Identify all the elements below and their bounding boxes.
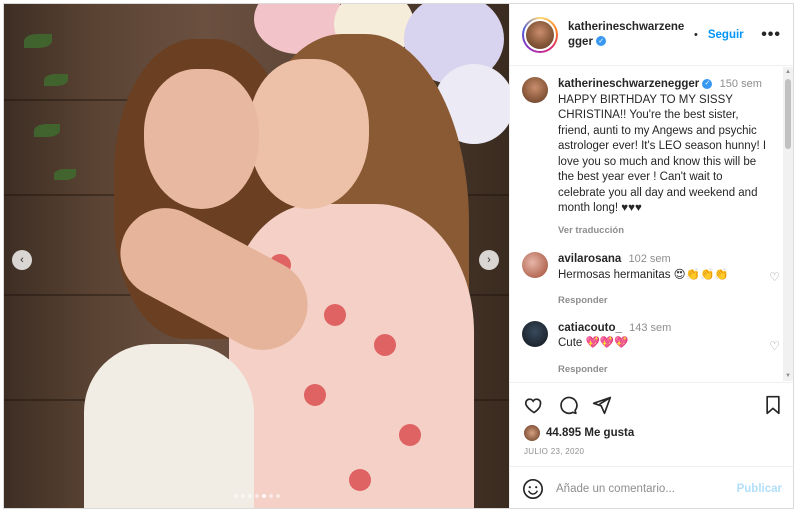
dress-flower (374, 334, 396, 356)
comment-text: Cute 💖💖💖 (558, 337, 629, 349)
add-comment-bar: Publicar (510, 466, 793, 508)
person-left-face (144, 69, 259, 209)
comment-username[interactable]: catiacouto_ (558, 322, 622, 334)
scroll-down-icon[interactable]: ▼ (785, 373, 791, 379)
scrollbar-thumb[interactable] (785, 79, 791, 149)
reply-button[interactable]: Responder (558, 362, 759, 378)
comment-icon[interactable] (558, 395, 578, 415)
comments-list[interactable]: katherineschwarzenegger ✓ 150 sem HAPPY … (510, 67, 793, 381)
follow-button[interactable]: Seguir (708, 29, 744, 41)
like-comment-icon[interactable]: ♡ (769, 270, 780, 284)
dress-flower (399, 424, 421, 446)
carousel-dot (254, 494, 259, 498)
scroll-up-icon[interactable]: ▲ (785, 69, 791, 75)
comment-time: 143 sem (629, 321, 672, 334)
more-options-icon[interactable]: ••• (761, 26, 781, 44)
comment-username[interactable]: avilarosana (558, 253, 621, 265)
instagram-post-modal: ‹ › katherineschwarzenegger ✓ • Seguir •… (3, 3, 794, 509)
caption-time: 150 sem (719, 78, 762, 90)
author-username[interactable]: katherineschwarzenegger ✓ (568, 20, 688, 50)
translate-link[interactable]: Ver traducción (558, 223, 770, 239)
carousel-dot (247, 494, 252, 498)
verified-badge-icon: ✓ (596, 36, 607, 47)
caption-avatar[interactable] (522, 77, 548, 103)
carousel-prev-button[interactable]: ‹ (12, 250, 32, 270)
carousel-dot (233, 494, 238, 498)
foliage (44, 74, 68, 86)
post-sidebar: katherineschwarzenegger ✓ • Seguir ••• k… (509, 4, 793, 508)
foliage (24, 34, 52, 48)
carousel-dot (275, 494, 280, 498)
carousel-dot (261, 494, 266, 498)
share-icon[interactable] (592, 395, 612, 415)
carousel-indicator (4, 494, 509, 498)
caption-text: HAPPY BIRTHDAY TO MY SISSY CHRISTINA!! Y… (558, 93, 767, 215)
white-dress (84, 344, 254, 508)
post-header: katherineschwarzenegger ✓ • Seguir ••• (510, 4, 793, 66)
foliage (34, 124, 60, 137)
carousel-next-button[interactable]: › (479, 250, 499, 270)
caption-username[interactable]: katherineschwarzenegger (558, 78, 699, 90)
likes-count[interactable]: 44.895 Me gusta (524, 425, 782, 441)
comments-scrollbar[interactable]: ▲ ▼ (783, 67, 793, 381)
verified-badge-icon: ✓ (702, 78, 713, 89)
publish-button[interactable]: Publicar (737, 483, 782, 495)
dress-flower (349, 469, 371, 491)
post-photo[interactable]: ‹ › (4, 4, 509, 508)
author-avatar[interactable] (522, 16, 558, 53)
emoji-icon[interactable] (522, 478, 544, 500)
comment-time: 102 sem (628, 253, 671, 265)
comment-text: Hermosas hermanitas 😍👏👏👏 (558, 268, 729, 281)
floral-dress (229, 204, 474, 508)
post-actions: 44.895 Me gusta JULIO 23, 2020 (510, 382, 793, 466)
comment-item: catiacouto_ 143 sem Cute 💖💖💖 Responder ♡ (522, 320, 780, 378)
comment-item: avilarosana 102 sem Hermosas hermanitas … (522, 252, 780, 309)
save-bookmark-icon[interactable] (764, 395, 782, 415)
dress-flower (324, 304, 346, 326)
liker-avatar (524, 425, 540, 441)
person-right-face (249, 59, 369, 209)
carousel-dot (240, 494, 245, 498)
reply-button[interactable]: Responder (558, 293, 759, 309)
foliage (54, 169, 76, 180)
separator-dot: • (694, 28, 698, 41)
commenter-avatar[interactable] (522, 320, 548, 347)
commenter-avatar[interactable] (522, 252, 548, 278)
caption: katherineschwarzenegger ✓ 150 sem HAPPY … (522, 77, 780, 238)
like-heart-icon[interactable] (524, 395, 544, 415)
comment-input[interactable] (556, 482, 737, 495)
carousel-dot (268, 494, 273, 498)
dress-flower (304, 384, 326, 406)
post-date: JULIO 23, 2020 (524, 447, 585, 456)
like-comment-icon[interactable]: ♡ (769, 339, 780, 353)
